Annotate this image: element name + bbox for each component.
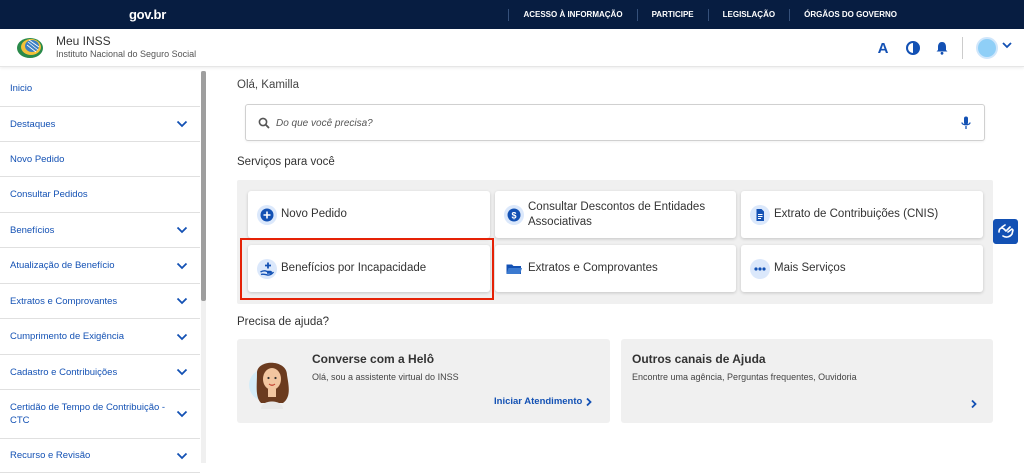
sidebar-item-exigencia[interactable]: Cumprimento de Exigência (0, 319, 200, 355)
search-box[interactable] (245, 104, 985, 141)
contrast-icon[interactable] (904, 39, 922, 57)
sidebar-item-novo-pedido[interactable]: Novo Pedido (0, 142, 200, 177)
header-divider (962, 37, 963, 59)
service-label: Consultar Descontos de Entidades Associa… (528, 200, 706, 228)
svg-text:$: $ (511, 210, 516, 220)
chevron-down-icon[interactable] (176, 451, 188, 461)
service-card-extratos-comprovantes[interactable]: Extratos e Comprovantes (495, 245, 736, 292)
help-title: Precisa de ajuda? (237, 316, 330, 328)
folder-icon (504, 259, 524, 279)
sidebar-item-destaques[interactable]: Destaques (0, 107, 200, 142)
app-header: Meu INSS Instituto Nacional do Seguro So… (0, 29, 1024, 67)
help-card-title: Converse com a Helô (312, 352, 435, 366)
sidebar-item-label: Consultar Pedidos (10, 189, 88, 200)
sidebar-item-ctc[interactable]: Certidão de Tempo de Contribuição - CTC (0, 390, 200, 439)
chevron-right-icon[interactable] (970, 399, 978, 409)
sidebar-item-label: Recurso e Revisão (10, 450, 91, 461)
more-icon (750, 258, 770, 279)
app-subtitle: Instituto Nacional do Seguro Social (56, 49, 197, 59)
sidebar-item-beneficios[interactable]: Benefícios (0, 213, 200, 248)
service-label: Mais Serviços (774, 262, 846, 274)
gov-link-participe[interactable]: PARTICIPE (636, 8, 708, 21)
gov-link-legislacao[interactable]: LEGISLAÇÃO (707, 8, 789, 21)
sidebar-item-cadastro[interactable]: Cadastro e Contribuições (0, 355, 200, 390)
gov-link-orgaos[interactable]: ÓRGÃOS DO GOVERNO (789, 8, 911, 21)
sidebar-item-label: Extratos e Comprovantes (10, 295, 118, 307)
plus-circle-icon (257, 204, 277, 225)
chevron-down-icon[interactable] (176, 261, 188, 271)
chevron-down-icon[interactable] (176, 296, 188, 306)
chevron-down-icon[interactable] (176, 225, 188, 235)
sidebar-item-label: Cumprimento de Exigência (10, 331, 125, 342)
avatar[interactable] (976, 37, 998, 59)
sidebar-item-recurso[interactable]: Recurso e Revisão (0, 439, 200, 473)
sidebar-item-label: Atualização de Benefício (10, 260, 115, 271)
gov-link-acesso[interactable]: ACESSO À INFORMAÇÃO (508, 8, 636, 21)
sidebar-item-inicio[interactable]: Inicio (0, 71, 200, 107)
chevron-right-icon[interactable] (585, 397, 593, 407)
font-size-icon[interactable]: A (874, 39, 892, 57)
chevron-down-icon[interactable] (176, 332, 188, 342)
chevron-down-icon[interactable] (176, 409, 188, 419)
highlight-box (240, 238, 494, 300)
document-icon (750, 204, 770, 225)
service-card-mais-servicos[interactable]: Mais Serviços (741, 245, 983, 292)
sidebar-item-label: Certidão de Tempo de Contribuição - CTC (10, 402, 166, 426)
iniciar-atendimento-link[interactable]: Iniciar Atendimento (494, 396, 582, 407)
app-title: Meu INSS (56, 34, 111, 48)
help-card-title: Outros canais de Ajuda (632, 352, 766, 366)
sign-language-icon (997, 223, 1014, 238)
sidebar-item-atualizacao[interactable]: Atualização de Benefício (0, 248, 200, 284)
chevron-down-icon[interactable] (176, 367, 188, 377)
help-card-desc: Encontre uma agência, Perguntas frequent… (632, 372, 857, 382)
sidebar-item-extratos[interactable]: Extratos e Comprovantes (0, 284, 200, 319)
help-card-helo[interactable]: Converse com a Helô Olá, sou a assistent… (237, 339, 610, 423)
inss-logo[interactable] (16, 36, 44, 60)
govbr-logo[interactable]: gov.br (129, 7, 166, 22)
money-icon: $ (504, 204, 524, 225)
sidebar-item-consultar-pedidos[interactable]: Consultar Pedidos (0, 177, 200, 213)
help-card-outros-canais[interactable]: Outros canais de Ajuda Encontre uma agên… (621, 339, 993, 423)
search-icon (258, 117, 270, 129)
services-title: Serviços para você (237, 156, 335, 168)
bell-icon[interactable] (933, 39, 951, 57)
chevron-down-icon[interactable] (1002, 41, 1012, 49)
greeting: Olá, Kamilla (237, 79, 299, 91)
chevron-down-icon[interactable] (176, 119, 188, 129)
sidebar-item-label: Destaques (10, 118, 56, 130)
sidebar-item-label: Benefícios (10, 224, 55, 236)
service-card-extrato-cnis[interactable]: Extrato de Contribuições (CNIS) (741, 191, 983, 238)
sidebar: Inicio Destaques Novo Pedido Consultar P… (0, 71, 200, 473)
help-card-desc: Olá, sou a assistente virtual do INSS (312, 372, 459, 382)
sidebar-item-label: Inicio (10, 83, 33, 94)
microphone-icon[interactable] (961, 116, 971, 130)
accessibility-vlibras-button[interactable] (993, 219, 1018, 244)
service-label: Novo Pedido (281, 208, 347, 220)
sidebar-scrollbar-thumb[interactable] (201, 71, 206, 301)
gov-links: ACESSO À INFORMAÇÃO PARTICIPE LEGISLAÇÃO… (508, 0, 911, 29)
service-label: Extrato de Contribuições (CNIS) (774, 208, 939, 220)
helo-avatar (249, 362, 289, 409)
service-card-novo-pedido[interactable]: Novo Pedido (248, 191, 490, 238)
service-card-consultar-descontos[interactable]: $ Consultar Descontos de Entidades Assoc… (495, 191, 736, 238)
search-input[interactable] (276, 115, 916, 131)
gov-bar: gov.br ACESSO À INFORMAÇÃO PARTICIPE LEG… (0, 0, 1024, 29)
sidebar-item-label: Cadastro e Contribuições (10, 366, 118, 378)
sidebar-item-label: Novo Pedido (10, 153, 65, 165)
service-label: Extratos e Comprovantes (528, 262, 658, 274)
